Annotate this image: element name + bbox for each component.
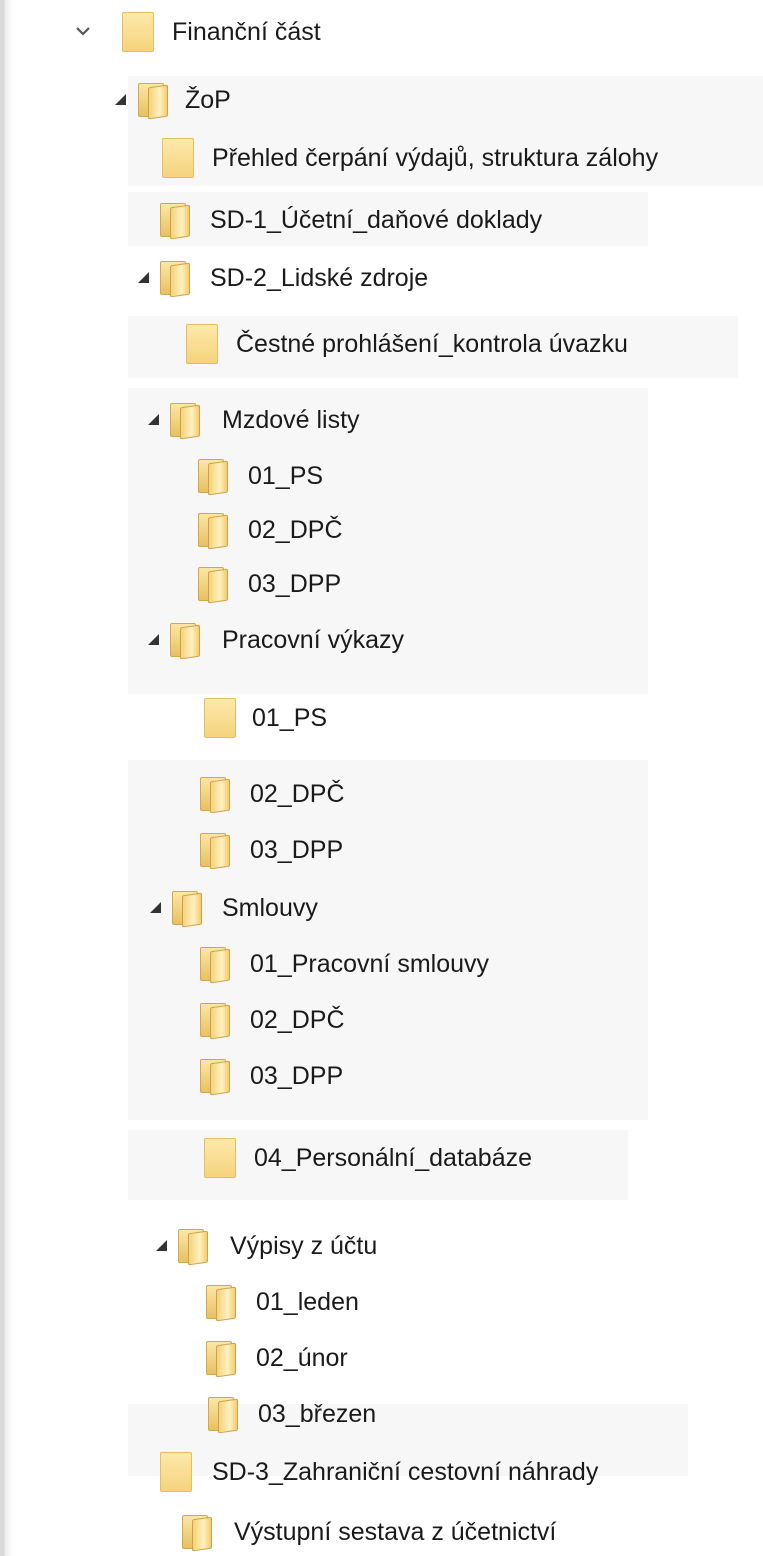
tree-item-cestne-prohlaseni[interactable]: Čestné prohlášení_kontrola úvazku [0,322,740,366]
folder-open-icon [200,831,236,870]
tree-item-smlouvy-01-pracovni[interactable]: 01_Pracovní smlouvy [0,942,620,986]
tree-item-mzdove-03-dpp[interactable]: 03_DPP [0,562,520,606]
tree-item-01-leden[interactable]: 01_leden [0,1280,520,1324]
expand-arrow-icon[interactable] [148,634,159,645]
tree-item-vypisy-z-uctu[interactable]: Výpisy z účtu [0,1224,520,1268]
tree-item-label: Finanční část [172,17,321,46]
tree-item-smlouvy-03-dpp[interactable]: 03_DPP [0,1054,520,1098]
tree-item-label: 03_DPP [250,1061,344,1090]
tree-item-label: 01_PS [248,461,324,490]
tree-item-03-brezen[interactable]: 03_březen [0,1392,520,1436]
folder-open-icon [206,1339,242,1378]
tree-item-label: Pracovní výkazy [222,625,405,654]
tree-item-smlouvy[interactable]: Smlouvy [0,886,520,930]
folder-icon [162,138,198,178]
tree-item-prehled-cerpani[interactable]: Přehled čerpání výdajů, struktura zálohy [0,136,763,180]
tree-item-vykazy-02-dpc[interactable]: 02_DPČ [0,772,520,816]
folder-open-icon [170,621,206,660]
tree-item-mzdove-02-dpc[interactable]: 02_DPČ [0,508,520,552]
expand-arrow-icon[interactable] [150,902,161,913]
folder-open-icon [160,201,196,240]
tree-item-label: Výstupní sestava z účetnictví [234,1517,557,1546]
tree-item-label: 04_Personální_databáze [254,1143,533,1172]
tree-item-02-unor[interactable]: 02_únor [0,1336,520,1380]
tree-item-label: Přehled čerpání výdajů, struktura zálohy [212,143,659,172]
tree-item-label: SD-3_Zahraniční cestovní náhrady [212,1457,599,1486]
expand-arrow-icon[interactable] [148,414,159,425]
tree-item-label: 02_únor [256,1343,348,1372]
tree-item-vykazy-01-ps[interactable]: 01_PS [0,696,520,740]
folder-open-icon [206,1283,242,1322]
tree-item-label: Výpisy z účtu [230,1231,378,1260]
folder-open-icon [138,81,174,120]
tree-item-financni-cast[interactable]: Finanční část [0,10,400,54]
folder-open-icon [198,457,234,496]
folder-open-icon [208,1395,244,1434]
folder-icon [122,12,158,52]
expand-arrow-icon[interactable] [156,1240,167,1251]
tree-item-label: SD-1_Účetní_daňové doklady [210,205,543,234]
folder-open-icon [160,259,196,298]
folder-icon [186,324,222,364]
folder-open-icon [200,945,236,984]
folder-open-icon [198,511,234,550]
tree-item-label: 02_DPČ [250,1005,345,1034]
tree-item-sd1[interactable]: SD-1_Účetní_daňové doklady [0,198,640,242]
tree-item-smlouvy-02-dpc[interactable]: 02_DPČ [0,998,520,1042]
tree-item-label: 02_DPČ [250,779,345,808]
tree-item-label: Čestné prohlášení_kontrola úvazku [236,329,628,358]
tree-item-sd2[interactable]: SD-2_Lidské zdroje [0,256,520,300]
chevron-down-icon[interactable] [76,24,90,38]
tree-item-zop[interactable]: ŽoP [0,78,330,122]
tree-item-mzdove-01-ps[interactable]: 01_PS [0,454,520,498]
folder-open-icon [178,1227,214,1266]
tree-item-label: Smlouvy [222,893,318,922]
expand-arrow-icon[interactable] [138,272,149,283]
folder-open-icon [200,1057,236,1096]
folder-open-icon [170,401,206,440]
folder-open-icon [200,1001,236,1040]
tree-item-vykazy-03-dpp[interactable]: 03_DPP [0,828,520,872]
folder-open-icon [182,1513,218,1552]
tree-item-sd3[interactable]: SD-3_Zahraniční cestovní náhrady [0,1450,700,1494]
expand-arrow-icon[interactable] [115,94,126,105]
folder-icon [160,1452,196,1492]
tree-item-label: 01_leden [256,1287,359,1316]
tree-item-label: 03_DPP [250,835,344,864]
folder-icon [204,698,240,738]
folder-icon [204,1138,240,1178]
tree-item-label: SD-2_Lidské zdroje [210,263,429,292]
tree-item-label: 03_DPP [248,569,342,598]
tree-item-label: 01_PS [252,703,328,732]
tree-item-pracovni-vykazy[interactable]: Pracovní výkazy [0,618,520,662]
tree-item-label: 02_DPČ [248,515,343,544]
tree-item-label: ŽoP [185,85,231,114]
tree-item-label: Mzdové listy [222,405,360,434]
folder-open-icon [200,775,236,814]
tree-item-personalni-databaze[interactable]: 04_Personální_databáze [0,1136,620,1180]
folder-open-icon [198,565,234,604]
tree-item-vystupni-sestava[interactable]: Výstupní sestava z účetnictví [0,1510,700,1554]
tree-item-label: 01_Pracovní smlouvy [250,949,490,978]
tree-item-label: 03_březen [258,1399,377,1428]
tree-item-mzdove-listy[interactable]: Mzdové listy [0,398,520,442]
folder-open-icon [172,889,208,928]
